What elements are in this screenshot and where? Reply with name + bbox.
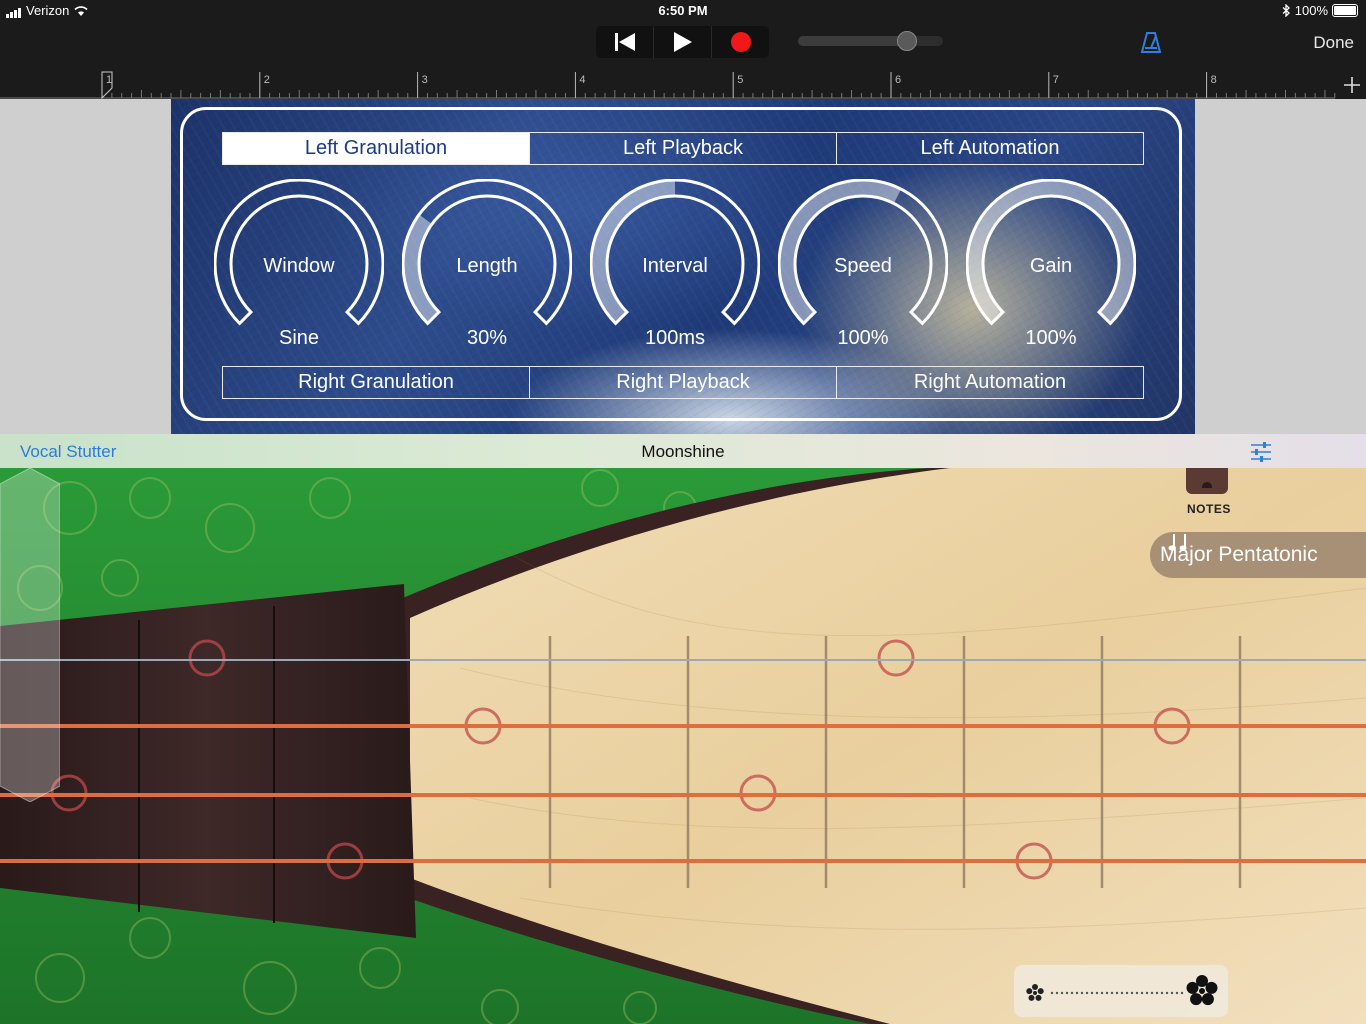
ruler-bar-number: 7 <box>1053 74 1059 86</box>
knob-interval-label: Interval <box>642 255 708 277</box>
notes-label: NOTES <box>1187 502 1231 516</box>
plus-icon[interactable] <box>1343 76 1361 94</box>
autoplay-dot <box>1070 991 1074 995</box>
ruler-bar-number: 6 <box>895 74 901 86</box>
knob-gain-label: Gain <box>1029 255 1073 277</box>
autoplay-dot <box>1135 991 1139 995</box>
autoplay-dot <box>1080 991 1084 995</box>
autoplay-dot <box>1125 991 1129 995</box>
granulator-plugin-panel: Left Granulation Left Playback Left Auto… <box>171 99 1195 434</box>
pipa-instrument: NOTES Major Pentatonic <box>0 468 1366 1024</box>
autoplay-dot <box>1175 991 1179 995</box>
fretboard-neck <box>0 584 416 938</box>
autoplay-dial <box>1026 975 1218 1006</box>
autoplay-dot <box>1140 991 1144 995</box>
tab-left-granulation[interactable]: Left Granulation <box>223 133 530 164</box>
play-button[interactable] <box>654 26 712 58</box>
knob-interval-value: 100ms <box>644 327 706 349</box>
autoplay-dot <box>1180 991 1184 995</box>
autoplay-dot <box>1075 991 1079 995</box>
battery-percent: 100% <box>1294 3 1328 18</box>
autoplay-dot <box>1165 991 1169 995</box>
knob-length-value: 30% <box>466 327 508 349</box>
scroll-strip[interactable] <box>0 468 60 802</box>
left-tabs: Left Granulation Left Playback Left Auto… <box>222 132 1144 165</box>
knob-outline <box>213 178 385 326</box>
mixer-settings-icon[interactable] <box>1250 442 1272 462</box>
knob-speed-value: 100% <box>837 327 889 349</box>
ruler-bar-number: 1 <box>106 74 112 86</box>
metronome-icon[interactable] <box>1140 31 1162 53</box>
autoplay-dot <box>1170 991 1174 995</box>
bluetooth-icon <box>1282 4 1290 17</box>
volume-knob[interactable] <box>897 31 918 51</box>
autoplay-dot <box>1155 991 1159 995</box>
tab-left-automation[interactable]: Left Automation <box>837 133 1143 164</box>
ruler-ticks: 1 2 3 4 5 6 7 8 <box>0 71 1336 99</box>
ruler-bar-number: 5 <box>737 74 743 86</box>
notes-button[interactable] <box>1186 468 1228 494</box>
music-notes-icon <box>1168 534 1187 551</box>
right-tabs: Right Granulation Right Playback Right A… <box>222 366 1144 399</box>
autoplay-dot <box>1120 991 1124 995</box>
autoplay-dot <box>1160 991 1164 995</box>
timeline-ruler[interactable]: 1 2 3 4 5 6 7 8 <box>0 68 1366 99</box>
knob-gain-value: 100% <box>1025 327 1077 349</box>
done-button[interactable]: Done <box>1313 33 1354 53</box>
ruler-bar-number: 2 <box>264 74 270 86</box>
clock: 6:50 PM <box>658 3 708 18</box>
ruler-bar-number: 4 <box>579 74 585 86</box>
autoplay-control[interactable] <box>1014 965 1228 1017</box>
ruler-bar-number: 8 <box>1211 74 1217 86</box>
record-icon <box>730 32 751 52</box>
knob-gain[interactable]: Gain 100% <box>965 178 1137 349</box>
autoplay-dot <box>1145 991 1149 995</box>
instrument-header: Vocal Stutter Moonshine <box>0 434 1366 469</box>
knob-window-label: Window <box>263 255 335 277</box>
autoplay-dot <box>1060 991 1064 995</box>
knob-level-fill <box>591 180 675 324</box>
song-title: Moonshine <box>641 442 725 461</box>
autoplay-dot <box>1055 991 1059 995</box>
master-volume-slider[interactable] <box>798 31 943 51</box>
rewind-button[interactable] <box>596 26 654 58</box>
autoplay-dot <box>1085 991 1089 995</box>
status-bar: Verizon 6:50 PM 100% <box>0 0 1366 22</box>
transport-controls <box>596 26 769 58</box>
autoplay-dot <box>1150 991 1154 995</box>
tab-right-granulation[interactable]: Right Granulation <box>223 367 530 398</box>
ruler-bar-number: 3 <box>422 74 428 86</box>
scale-selector[interactable]: Major Pentatonic <box>1150 532 1366 578</box>
volume-fill <box>798 36 907 46</box>
autoplay-dot <box>1115 991 1119 995</box>
autoplay-dot <box>1130 991 1134 995</box>
rewind-to-start-icon <box>614 33 635 51</box>
tab-left-playback[interactable]: Left Playback <box>530 133 837 164</box>
knob-length[interactable]: Length 30% <box>401 178 573 349</box>
play-icon <box>673 32 692 52</box>
knob-speed[interactable]: Speed 100% <box>777 178 949 349</box>
tab-right-automation[interactable]: Right Automation <box>837 367 1143 398</box>
autoplay-dot <box>1065 991 1069 995</box>
knob-interval[interactable]: Interval 100ms <box>589 178 761 349</box>
autoplay-dot <box>1100 991 1104 995</box>
autoplay-dot <box>1110 991 1114 995</box>
autoplay-dot <box>1050 991 1054 995</box>
autoplay-dot <box>1095 991 1099 995</box>
record-button[interactable] <box>712 26 769 58</box>
autoplay-small-icon <box>1026 984 1044 1001</box>
battery-icon <box>1332 4 1358 17</box>
autoplay-dot <box>1105 991 1109 995</box>
knob-level-fill <box>967 180 1135 324</box>
control-bar: Done <box>0 22 1366 68</box>
knob-window[interactable]: Window Sine <box>213 178 385 349</box>
knob-window-value: Sine <box>278 327 320 349</box>
knob-length-label: Length <box>456 255 518 277</box>
tab-right-playback[interactable]: Right Playback <box>530 367 837 398</box>
autoplay-large-icon <box>1186 975 1218 1006</box>
knob-speed-label: Speed <box>834 255 892 277</box>
autoplay-dot <box>1090 991 1094 995</box>
